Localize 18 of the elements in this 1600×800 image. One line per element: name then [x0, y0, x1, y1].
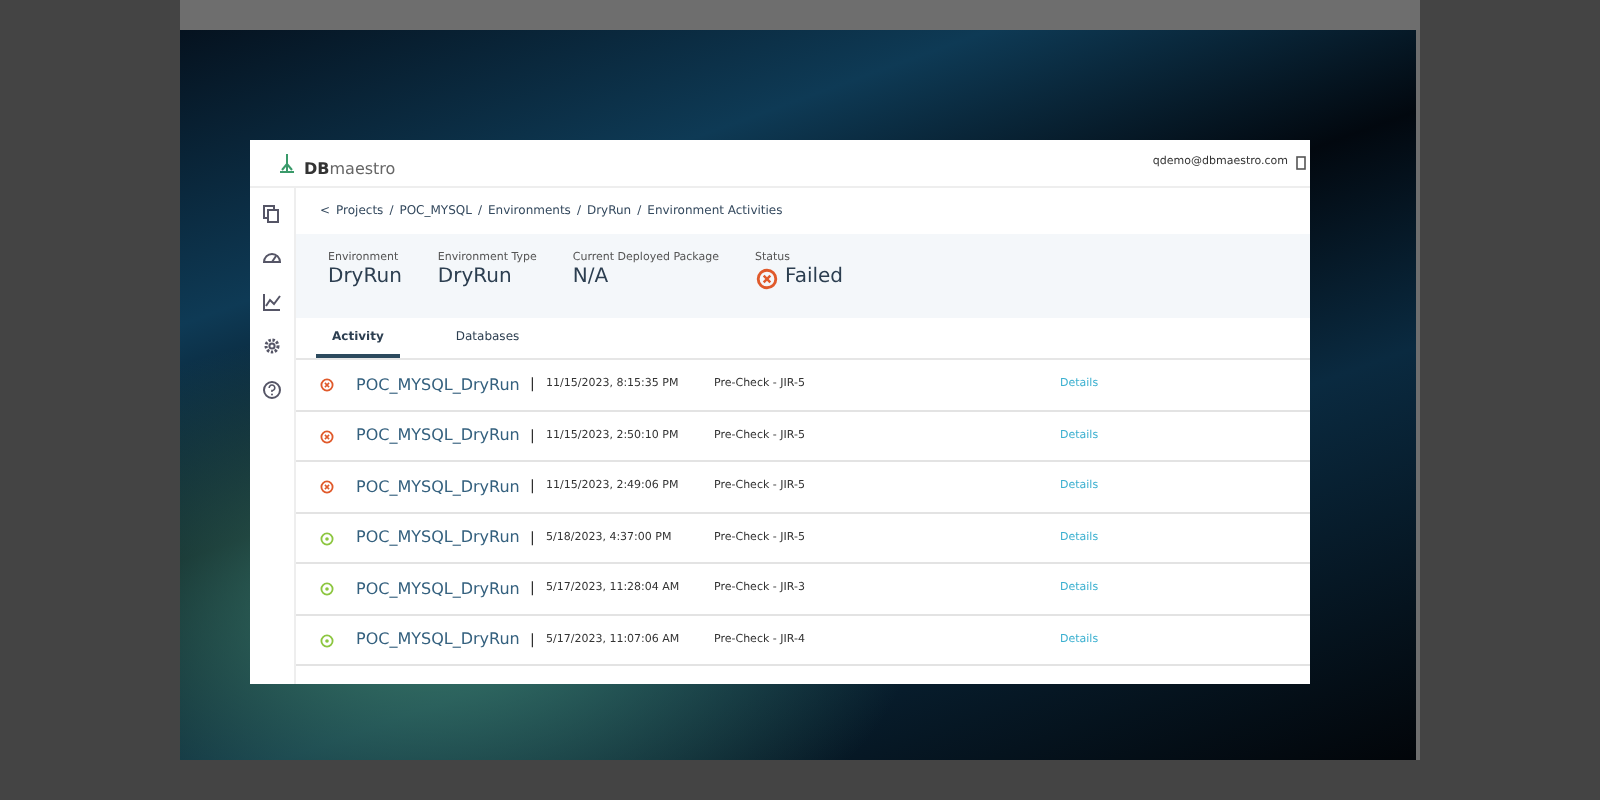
field-value: Failed — [785, 266, 844, 291]
help-icon[interactable] — [262, 380, 282, 400]
gear-icon[interactable] — [262, 336, 282, 356]
activity-name[interactable]: POC_MYSQL_DryRun — [356, 577, 530, 601]
logo-icon — [278, 154, 296, 175]
activity-name[interactable]: POC_MYSQL_DryRun — [356, 475, 530, 499]
field-value: N/A — [572, 266, 609, 291]
logout-icon[interactable] — [1296, 156, 1306, 170]
activity-name[interactable]: POC_MYSQL_DryRun — [356, 526, 530, 550]
field-value: DryRun — [437, 266, 512, 291]
copy-icon[interactable] — [262, 204, 282, 224]
activity-name[interactable]: POC_MYSQL_DryRun — [356, 628, 530, 652]
activity-name[interactable]: POC_MYSQL_DryRun — [356, 424, 530, 448]
gauge-icon[interactable] — [262, 248, 282, 268]
activity-name[interactable]: POC_MYSQL_DryRun — [356, 373, 530, 397]
chart-icon[interactable] — [262, 292, 282, 312]
logo-text: DBmaestro — [304, 157, 396, 181]
field-value: DryRun — [328, 266, 402, 291]
